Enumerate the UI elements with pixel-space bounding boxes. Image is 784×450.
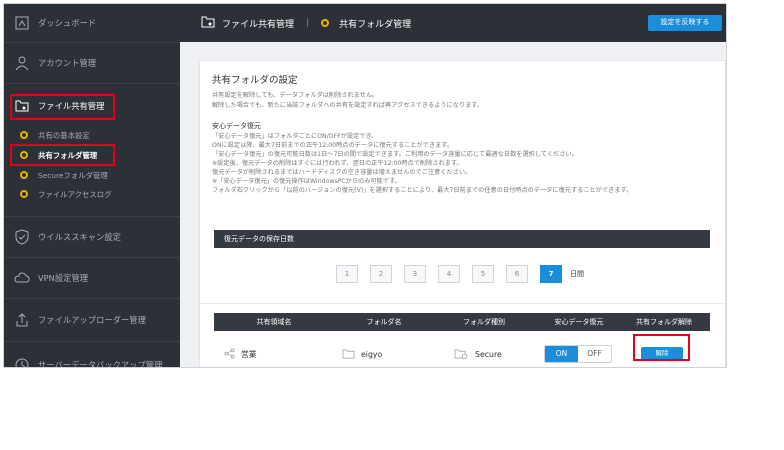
apply-settings-button[interactable]: 設定を反映する (648, 15, 722, 31)
shield-icon (14, 229, 30, 245)
app-window: ダッシュボード アカウント管理 ファイル共有管理 共有の基本設定 共有フォルダ管… (3, 3, 727, 368)
bullet-icon (20, 171, 28, 179)
upload-icon (14, 312, 30, 328)
sub-item-label: Secureフォルダ管理 (38, 170, 108, 180)
sidebar-item-vpn[interactable]: VPN設定管理 (4, 258, 180, 298)
highlight-box (10, 94, 115, 120)
note-text: ONに設定以降、最大7日前までの正午12:00時点のデータに復元することができま… (212, 142, 454, 149)
share-name: 営業 (241, 349, 257, 359)
day-option-7[interactable]: 7 (540, 265, 562, 283)
user-icon (14, 55, 30, 71)
description-text: 解除した場合でも、新たに当該フォルダへの共有を設定すれば再アクセスできるようにな… (212, 102, 484, 109)
day-option-3[interactable]: 3 (404, 265, 426, 283)
note-text: ※設定後、復元データの削除はすぐには行われず、翌日の正午12:00時点で削除され… (212, 160, 463, 167)
sidebar-item-label: VPN設定管理 (38, 273, 89, 283)
toggle-on[interactable]: ON (545, 346, 578, 362)
share-name-cell: 営業 (224, 341, 257, 367)
column-header: フォルダ種別 (463, 318, 505, 326)
settings-panel: 共有フォルダの設定 共有設定を解除しても、データフォルダは削除されません。 解除… (199, 60, 726, 367)
day-option-1[interactable]: 1 (336, 265, 358, 283)
highlight-box (633, 334, 690, 361)
sidebar-item-uploader[interactable]: ファイルアップローダー管理 (4, 299, 180, 341)
dashboard-icon (14, 15, 30, 31)
note-text: 「安心データ復元」の復元可能日数は1日〜7日の間で設定できます。ご利用のデータ容… (212, 151, 578, 158)
folder-type-cell: Secure (454, 341, 502, 367)
column-header: 安心データ復元 (554, 318, 604, 326)
sub-item-label: 共有の基本設定 (38, 130, 90, 140)
sidebar-item-dashboard[interactable]: ダッシュボード (4, 4, 180, 42)
folder-name: eigyo (361, 349, 383, 359)
sidebar-item-label: ファイルアップローダー管理 (38, 315, 146, 325)
folder-share-icon (200, 14, 222, 33)
section-heading: 安心データ復元 (212, 122, 261, 130)
retention-day-selector: 1 2 3 4 5 6 7 日間 (336, 265, 584, 283)
restore-toggle[interactable]: ON OFF (544, 345, 612, 363)
folder-icon (342, 348, 355, 361)
sidebar-item-label: アカウント管理 (38, 58, 97, 68)
bullet-icon (20, 131, 28, 139)
retention-header: 復元データの保存日数 (214, 230, 710, 248)
sidebar-item-label: サーバーデータバックアップ管理 (38, 360, 163, 368)
column-header: 共有領域名 (256, 318, 292, 326)
sub-item-share-basic[interactable]: 共有の基本設定 (4, 128, 180, 142)
divider (4, 341, 180, 342)
folder-name-cell: eigyo (342, 341, 382, 367)
note-text: 「安心データ復元」はフォルダごとにON/OFFが設定でき、 (212, 133, 378, 140)
sub-item-secure-folder[interactable]: Secureフォルダ管理 (4, 168, 180, 182)
day-option-2[interactable]: 2 (370, 265, 392, 283)
bullet-icon (20, 190, 28, 198)
page-subtitle: 共有フォルダ管理 (339, 19, 412, 30)
sidebar-item-label: ウイルススキャン設定 (38, 232, 121, 242)
day-option-5[interactable]: 5 (472, 265, 494, 283)
breadcrumb-separator: | (306, 18, 310, 28)
highlight-box (10, 144, 115, 166)
sidebar-item-label: ダッシュボード (38, 18, 97, 28)
column-header: 共有フォルダ解除 (636, 318, 692, 326)
breadcrumb-root: ファイル共有管理 (200, 14, 294, 33)
secure-folder-icon (454, 348, 469, 361)
topbar: ファイル共有管理 | 共有フォルダ管理 設定を反映する (180, 4, 726, 42)
cloud-icon (14, 270, 30, 286)
page-title: ファイル共有管理 (222, 19, 295, 30)
day-option-6[interactable]: 6 (506, 265, 528, 283)
sub-item-access-log[interactable]: ファイルアクセスログ (4, 187, 180, 201)
folder-type: Secure (475, 349, 502, 359)
sidebar-item-virus-scan[interactable]: ウイルススキャン設定 (4, 217, 180, 257)
note-text: フォルダ右クリックから「以前のバージョンの復元(V)」を選択することにより、最大… (212, 187, 633, 194)
day-unit-label: 日間 (570, 270, 584, 278)
panel-title: 共有フォルダの設定 (212, 75, 298, 86)
note-text: 復元データが削除されるまではハードディスクの空き容量は増えませんのでご注意くださ… (212, 169, 472, 176)
column-header: フォルダ名 (366, 318, 402, 326)
divider (4, 83, 180, 84)
description-text: 共有設定を解除しても、データフォルダは削除されません。 (212, 92, 379, 99)
sidebar-item-backup[interactable]: サーバーデータバックアップ管理 (4, 348, 180, 368)
sub-item-label: ファイルアクセスログ (38, 189, 112, 199)
restore-toggle-cell: ON OFF (544, 341, 612, 367)
bullet-icon (321, 19, 330, 27)
sidebar: ダッシュボード アカウント管理 ファイル共有管理 共有の基本設定 共有フォルダ管… (4, 4, 180, 368)
divider (200, 303, 726, 304)
breadcrumb-current: 共有フォルダ管理 (321, 17, 411, 30)
table-header: 共有領域名 フォルダ名 フォルダ種別 安心データ復元 共有フォルダ解除 (214, 313, 710, 331)
toggle-off[interactable]: OFF (578, 346, 611, 362)
sidebar-item-account[interactable]: アカウント管理 (4, 43, 180, 83)
share-icon (224, 348, 235, 361)
note-text: ※「安心データ復元」の復元操作はWindowsPCからのみ可能です。 (212, 178, 401, 185)
clock-icon (14, 357, 30, 367)
day-option-4[interactable]: 4 (438, 265, 460, 283)
